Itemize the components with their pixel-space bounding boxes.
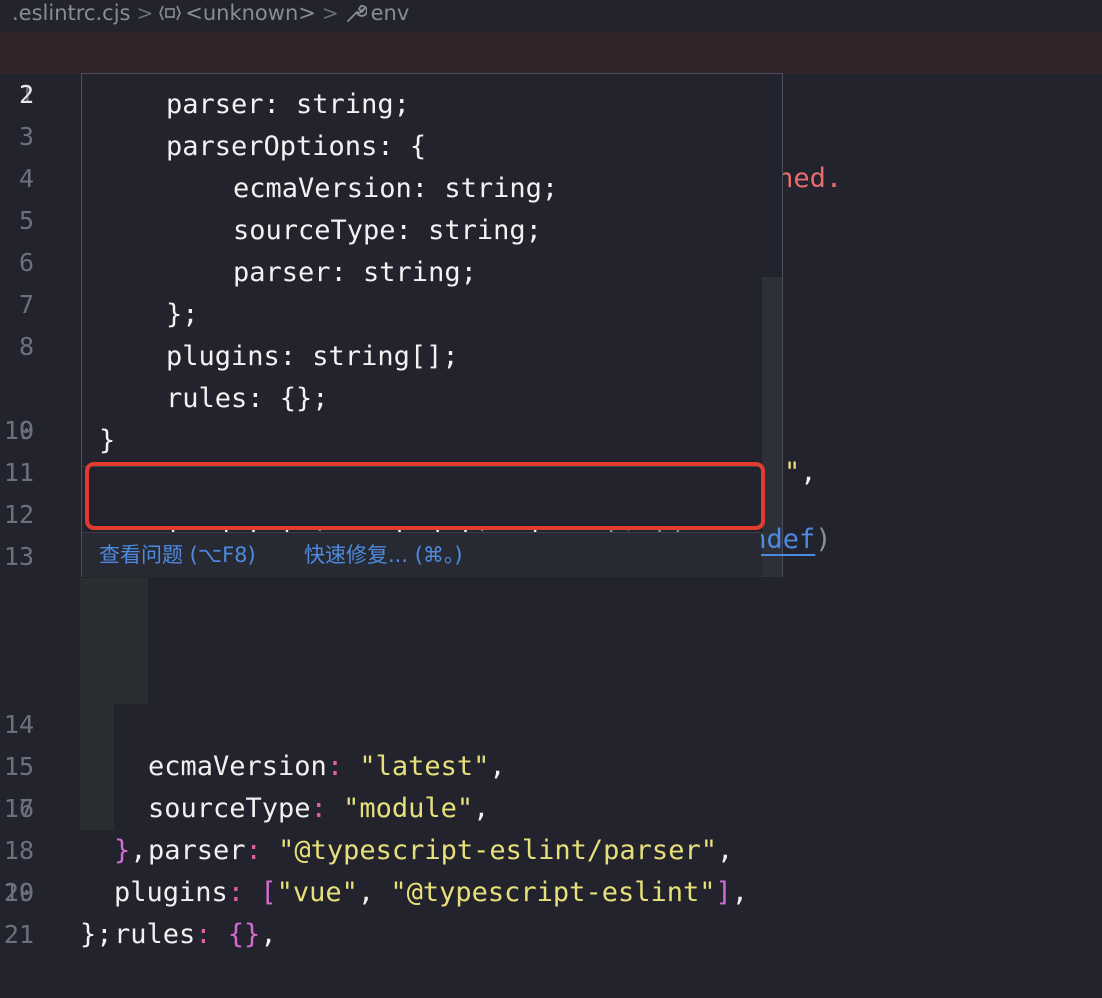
- code-line[interactable]: 16 parser: "@typescript-eslint/parser",: [0, 662, 1102, 866]
- type-definition-line: }: [99, 425, 116, 456]
- line-number: 13: [3, 542, 34, 571]
- hover-actions-bar: 查看问题 (⌥F8) 快速修复... (⌘。): [82, 532, 761, 577]
- indent-guide: [80, 788, 114, 830]
- line-number: 11: [3, 458, 34, 487]
- type-definition-line: plugins: string[];: [166, 341, 459, 372]
- symbol-object-icon: [159, 4, 182, 22]
- line-number: 10: [3, 416, 34, 445]
- breadcrumb-symbol[interactable]: <unknown>: [185, 1, 316, 25]
- code-token: :: [195, 919, 228, 950]
- line-number: 21: [3, 920, 34, 949]
- line-number: 5: [18, 206, 34, 235]
- breadcrumb-separator: >: [136, 1, 154, 25]
- code-line[interactable]: 19 rules: {},: [0, 788, 1102, 950]
- type-definition-line: parser: string;: [233, 257, 477, 288]
- code-line[interactable]: 17 },: [0, 704, 1102, 866]
- code-line[interactable]: 15 sourceType: "module",: [0, 620, 1102, 824]
- code-token: rules: [114, 919, 196, 950]
- indent-guide: [80, 704, 114, 746]
- wrench-icon: [345, 2, 367, 24]
- code-line[interactable]: 21: [0, 872, 1102, 949]
- breadcrumb-property[interactable]: env: [371, 1, 410, 25]
- indent-guide: [114, 620, 148, 662]
- code-line[interactable]: 14 ecmaVersion: "latest",: [0, 578, 1102, 782]
- indent-guide: [114, 662, 148, 704]
- quick-fix-button[interactable]: 快速修复... (⌘。): [304, 533, 463, 577]
- line-number: 3: [18, 122, 34, 151]
- type-definition-line: parser: string;: [166, 89, 410, 120]
- type-definition-line: ecmaVersion: string;: [233, 173, 559, 204]
- breadcrumb-file[interactable]: .eslintrc.cjs: [12, 1, 130, 25]
- view-problem-button[interactable]: 查看问题 (⌥F8): [99, 533, 256, 577]
- indent-guide: [80, 746, 114, 788]
- highlight-annotation-box: [85, 462, 765, 530]
- indent-guide: [80, 662, 114, 704]
- code-token: ,: [260, 919, 277, 950]
- indent-guide: [80, 620, 114, 662]
- breadcrumb: .eslintrc.cjs > <unknown> > env: [0, 0, 1102, 26]
- line-number: 8: [18, 332, 34, 361]
- line-number: 12: [3, 500, 34, 529]
- type-definition-line: rules: {};: [166, 383, 329, 414]
- diagnostic-source-close: ): [815, 524, 832, 555]
- type-definition-line: parserOptions: {: [166, 131, 427, 162]
- line-number: 2: [18, 80, 34, 109]
- code-token: };: [80, 919, 113, 950]
- hover-popup[interactable]: parser: string; parserOptions: { ecmaVer…: [81, 73, 832, 577]
- code-token: {}: [227, 919, 261, 950]
- line-number: 4: [18, 164, 34, 193]
- line-number: 6: [18, 248, 34, 277]
- code-line[interactable]: 1 module.exports = { 'module' is not def…: [0, 32, 1102, 194]
- type-definition-line: };: [166, 299, 199, 330]
- breadcrumb-separator: >: [321, 1, 339, 25]
- code-line[interactable]: 18 plugins: ["vue", "@typescript-eslint"…: [0, 746, 1102, 908]
- line-number: 7: [18, 290, 34, 319]
- code-line[interactable]: 20 };: [0, 830, 1102, 950]
- type-definition-line: sourceType: string;: [233, 215, 542, 246]
